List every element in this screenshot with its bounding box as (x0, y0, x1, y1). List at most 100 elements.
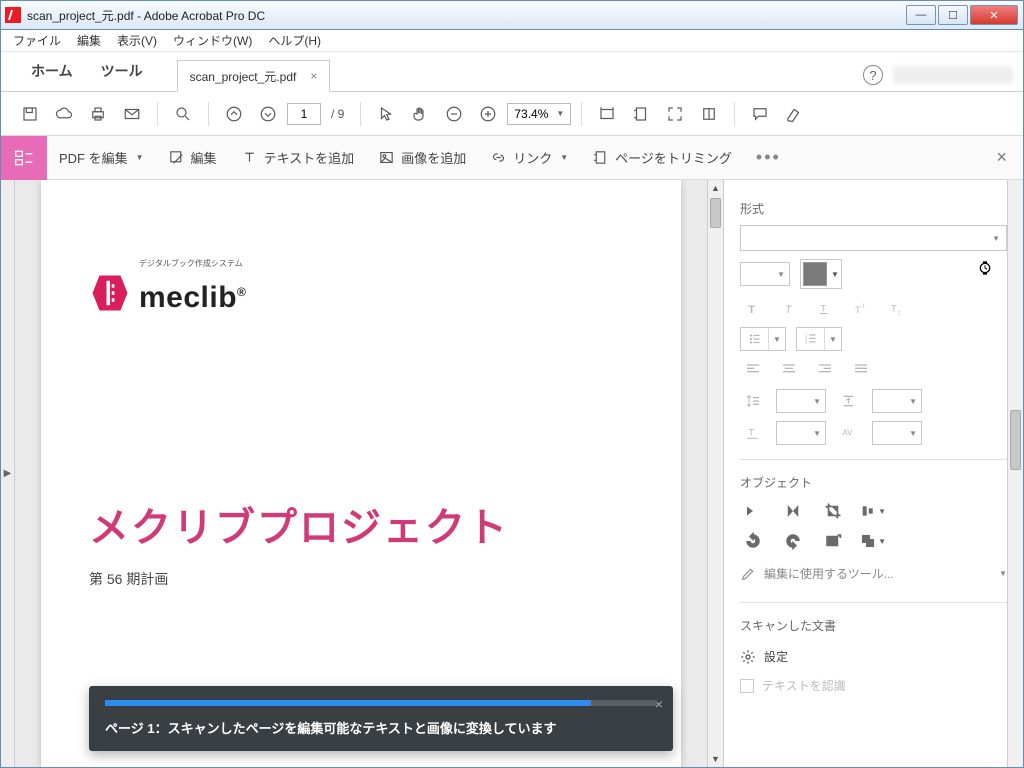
align-justify-icon[interactable] (848, 357, 874, 381)
fit-page-icon[interactable] (626, 99, 656, 129)
hand-tool-icon[interactable] (405, 99, 435, 129)
tab-home[interactable]: ホーム (17, 51, 87, 91)
page-down-icon[interactable] (253, 99, 283, 129)
window-close-button[interactable]: ✕ (970, 5, 1018, 25)
svg-text:T: T (748, 428, 754, 438)
line-spacing-field[interactable]: ▼ (776, 389, 826, 413)
font-family-dropdown[interactable]: ▼ (740, 225, 1007, 251)
menu-help[interactable]: ヘルプ(H) (260, 30, 329, 51)
workarea: ▶ デジタルブック作成システム meclib® メクリブプロジェクト 第 56 … (1, 180, 1023, 767)
edit-pdf-dropdown[interactable]: PDF を編集▼ (47, 136, 156, 180)
arrange-icon[interactable]: ▼ (860, 529, 886, 553)
reading-mode-icon[interactable] (694, 99, 724, 129)
menubar: ファイル 編集 表示(V) ウィンドウ(W) ヘルプ(H) (1, 30, 1023, 52)
svg-text:1: 1 (898, 310, 901, 316)
main-toolbar: / 9 73.4%▼ (1, 92, 1023, 136)
page-number-input[interactable] (287, 103, 321, 125)
document-title: メクリブプロジェクト (89, 495, 633, 553)
svg-text:T: T (820, 304, 826, 314)
font-color-picker[interactable]: ▼ (800, 259, 842, 289)
underline-icon[interactable]: T (812, 297, 838, 321)
link-dropdown[interactable]: リンク▼ (478, 136, 580, 180)
italic-icon[interactable]: T (776, 297, 802, 321)
window-minimize-button[interactable]: — (906, 5, 936, 25)
user-account-area[interactable] (893, 66, 1013, 84)
print-icon[interactable] (83, 99, 113, 129)
menu-file[interactable]: ファイル (5, 30, 69, 51)
svg-text:T: T (855, 305, 861, 315)
zoom-level-dropdown[interactable]: 73.4%▼ (507, 103, 571, 125)
rotate-ccw-icon[interactable] (740, 529, 766, 553)
crop-icon[interactable] (820, 499, 846, 523)
fit-width-icon[interactable] (592, 99, 622, 129)
section-format-label: 形式 (740, 200, 1007, 217)
left-panel-toggle[interactable]: ▶ (1, 180, 15, 767)
menu-window[interactable]: ウィンドウ(W) (165, 30, 260, 51)
paragraph-spacing-icon (836, 389, 862, 413)
align-left-icon[interactable] (740, 357, 766, 381)
window-maximize-button[interactable]: ☐ (938, 5, 968, 25)
document-scrollbar[interactable]: ▲▼ (707, 180, 723, 767)
character-spacing-icon: AV (836, 421, 862, 445)
progress-bar (105, 700, 657, 706)
save-icon[interactable] (15, 99, 45, 129)
document-subtitle: 第 56 期計画 (89, 569, 633, 589)
search-icon[interactable] (168, 99, 198, 129)
edit-button[interactable]: 編集 (156, 136, 229, 180)
window-title: scan_project_元.pdf - Adobe Acrobat Pro D… (27, 7, 905, 24)
pdf-page[interactable]: デジタルブック作成システム meclib® メクリブプロジェクト 第 56 期計… (41, 180, 681, 767)
flip-vertical-icon[interactable] (780, 499, 806, 523)
align-objects-icon[interactable]: ▼ (860, 499, 886, 523)
align-right-icon[interactable] (812, 357, 838, 381)
comment-icon[interactable] (745, 99, 775, 129)
add-text-button[interactable]: テキストを追加 (229, 136, 367, 180)
page-total-label: / 9 (331, 107, 344, 121)
edit-pdf-toolbar: PDF を編集▼ 編集 テキストを追加 画像を追加 リンク▼ ページをトリミング… (1, 136, 1023, 180)
edit-mode-indicator[interactable] (1, 136, 47, 180)
page-up-icon[interactable] (219, 99, 249, 129)
fullscreen-icon[interactable] (660, 99, 690, 129)
number-list-dropdown[interactable]: 123▼ (796, 327, 842, 351)
tab-tools[interactable]: ツール (87, 51, 157, 91)
subscript-icon[interactable]: T1 (884, 297, 910, 321)
horizontal-scale-field[interactable]: ▼ (776, 421, 826, 445)
app-icon (5, 7, 21, 23)
logo-text: meclib® (139, 281, 246, 315)
add-image-button[interactable]: 画像を追加 (366, 136, 478, 180)
tab-close-icon[interactable]: × (310, 69, 317, 83)
zoom-in-icon[interactable] (473, 99, 503, 129)
more-tools-button[interactable]: ••• (744, 136, 793, 180)
highlight-icon[interactable] (779, 99, 809, 129)
toast-message: ページ 1：スキャンしたページを編集可能なテキストと画像に変換しています (105, 718, 657, 737)
align-center-icon[interactable] (776, 357, 802, 381)
tab-document[interactable]: scan_project_元.pdf × (177, 60, 331, 92)
document-logo: デジタルブック作成システム meclib® (89, 270, 633, 315)
zoom-out-icon[interactable] (439, 99, 469, 129)
logo-tagline: デジタルブック作成システム (139, 258, 246, 269)
flip-horizontal-icon[interactable] (740, 499, 766, 523)
bold-icon[interactable]: T (740, 297, 766, 321)
cloud-icon[interactable] (49, 99, 79, 129)
trim-page-button[interactable]: ページをトリミング (580, 136, 744, 180)
font-size-dropdown[interactable]: ▼ (740, 262, 790, 286)
help-icon[interactable]: ? (863, 65, 883, 85)
document-pane: デジタルブック作成システム meclib® メクリブプロジェクト 第 56 期計… (15, 180, 723, 767)
progress-toast: × ページ 1：スキャンしたページを編集可能なテキストと画像に変換しています (89, 686, 673, 751)
bullet-list-dropdown[interactable]: ▼ (740, 327, 786, 351)
superscript-icon[interactable]: T1 (848, 297, 874, 321)
recognize-text-checkbox[interactable]: テキストを認識 (740, 671, 1007, 700)
edit-tools-dropdown[interactable]: 編集に使用するツール...▼ (740, 559, 1007, 588)
close-edit-toolbar-icon[interactable]: × (996, 147, 1007, 168)
rotate-cw-icon[interactable] (780, 529, 806, 553)
paragraph-spacing-field[interactable]: ▼ (872, 389, 922, 413)
menu-edit[interactable]: 編集 (69, 30, 109, 51)
section-scanned-label: スキャンした文書 (740, 617, 1007, 634)
settings-button[interactable]: 設定 (740, 642, 1007, 671)
replace-image-icon[interactable] (820, 529, 846, 553)
mail-icon[interactable] (117, 99, 147, 129)
menu-view[interactable]: 表示(V) (109, 30, 165, 51)
select-tool-icon[interactable] (371, 99, 401, 129)
right-panel-scrollbar[interactable] (1007, 180, 1023, 767)
character-spacing-field[interactable]: ▼ (872, 421, 922, 445)
svg-text:1: 1 (862, 304, 865, 310)
